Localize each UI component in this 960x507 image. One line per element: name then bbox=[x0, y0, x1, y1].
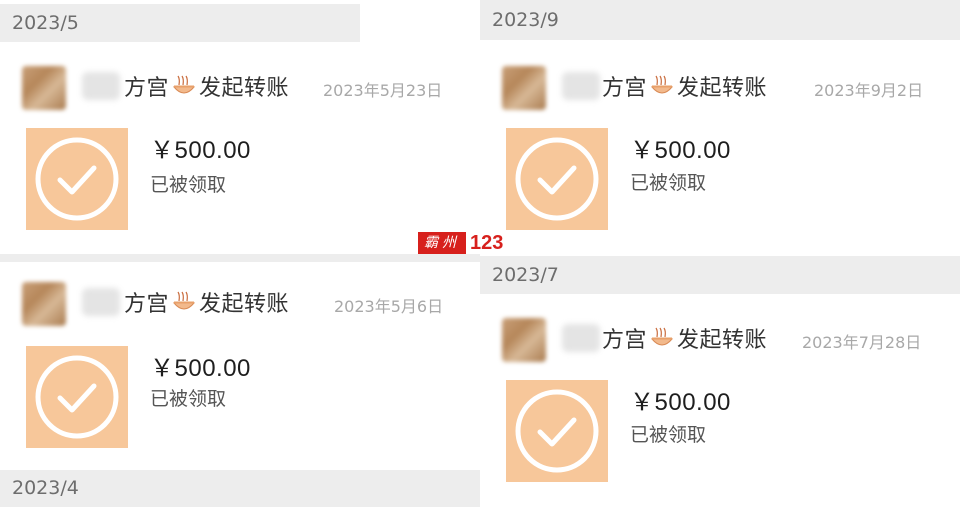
month-header-2023-7: 2023/7 bbox=[480, 256, 960, 294]
transfer-card[interactable]: 方宫 发起转账 2023年9月2日 ￥500.00 已被领取 bbox=[480, 40, 960, 256]
transfer-status: 已被领取 bbox=[150, 388, 227, 410]
check-circle-icon bbox=[515, 389, 599, 473]
transfer-amount: ￥500.00 bbox=[150, 355, 251, 382]
noodle-bowl-icon bbox=[171, 291, 197, 313]
sender-name: 方宫 bbox=[124, 292, 170, 317]
sender-line: 方宫 发起转账 bbox=[124, 70, 289, 102]
transfer-amount: ￥500.00 bbox=[630, 389, 731, 416]
avatar bbox=[22, 66, 66, 110]
watermark-number: 123 bbox=[470, 232, 504, 254]
check-circle-icon bbox=[515, 137, 599, 221]
sender-name: 方宫 bbox=[124, 76, 170, 101]
watermark-logo-text: 霸州 bbox=[418, 232, 466, 254]
transfer-action: 发起转账 bbox=[199, 76, 290, 101]
separator bbox=[0, 254, 480, 262]
separator bbox=[360, 0, 480, 4]
month-label: 2023/7 bbox=[492, 263, 559, 286]
noodle-bowl-icon bbox=[649, 75, 675, 97]
transfer-action: 发起转账 bbox=[677, 328, 768, 353]
check-circle-icon bbox=[35, 137, 119, 221]
transfer-status-tile bbox=[26, 346, 128, 448]
transfer-card[interactable]: 方宫 发起转账 2023年7月28日 ￥500.00 已被领取 bbox=[480, 294, 960, 507]
transfer-date: 2023年5月23日 bbox=[323, 81, 443, 100]
month-header-2023-5: 2023/5 bbox=[0, 4, 360, 42]
transfer-date: 2023年7月28日 bbox=[802, 333, 922, 352]
month-label: 2023/5 bbox=[12, 11, 79, 34]
sender-name-redacted bbox=[562, 324, 600, 352]
month-label: 2023/9 bbox=[492, 8, 559, 31]
transfer-status: 已被领取 bbox=[150, 174, 227, 196]
month-header-2023-4: 2023/4 bbox=[0, 470, 480, 507]
transfer-amount: ￥500.00 bbox=[150, 137, 251, 164]
transfer-status-tile bbox=[506, 128, 608, 230]
sender-name-redacted bbox=[82, 288, 120, 316]
watermark-logo: 霸州 123 bbox=[418, 232, 503, 254]
transfer-date: 2023年5月6日 bbox=[334, 297, 444, 316]
transfer-card[interactable]: 方宫 发起转账 2023年5月23日 ￥500.00 已被领取 bbox=[0, 42, 480, 254]
sender-name: 方宫 bbox=[602, 76, 648, 101]
month-header-2023-9: 2023/9 bbox=[480, 0, 960, 40]
sender-line: 方宫 发起转账 bbox=[602, 322, 767, 354]
sender-name: 方宫 bbox=[602, 328, 648, 353]
transfer-status-tile bbox=[26, 128, 128, 230]
avatar bbox=[502, 318, 546, 362]
transfer-status: 已被领取 bbox=[630, 172, 707, 194]
noodle-bowl-icon bbox=[649, 327, 675, 349]
transfer-amount: ￥500.00 bbox=[630, 137, 731, 164]
sender-name-redacted bbox=[562, 72, 600, 100]
check-circle-icon bbox=[35, 355, 119, 439]
transfer-date: 2023年9月2日 bbox=[814, 81, 924, 100]
noodle-bowl-icon bbox=[171, 75, 197, 97]
transfer-status: 已被领取 bbox=[630, 424, 707, 446]
sender-line: 方宫 发起转账 bbox=[124, 286, 289, 318]
transfer-status-tile bbox=[506, 380, 608, 482]
avatar bbox=[22, 282, 66, 326]
sender-line: 方宫 发起转账 bbox=[602, 70, 767, 102]
avatar bbox=[502, 66, 546, 110]
sender-name-redacted bbox=[82, 72, 120, 100]
transfer-action: 发起转账 bbox=[677, 76, 768, 101]
month-label: 2023/4 bbox=[12, 477, 79, 499]
transfer-card[interactable]: 方宫 发起转账 2023年5月6日 ￥500.00 已被领取 bbox=[0, 262, 480, 470]
transfer-action: 发起转账 bbox=[199, 292, 290, 317]
